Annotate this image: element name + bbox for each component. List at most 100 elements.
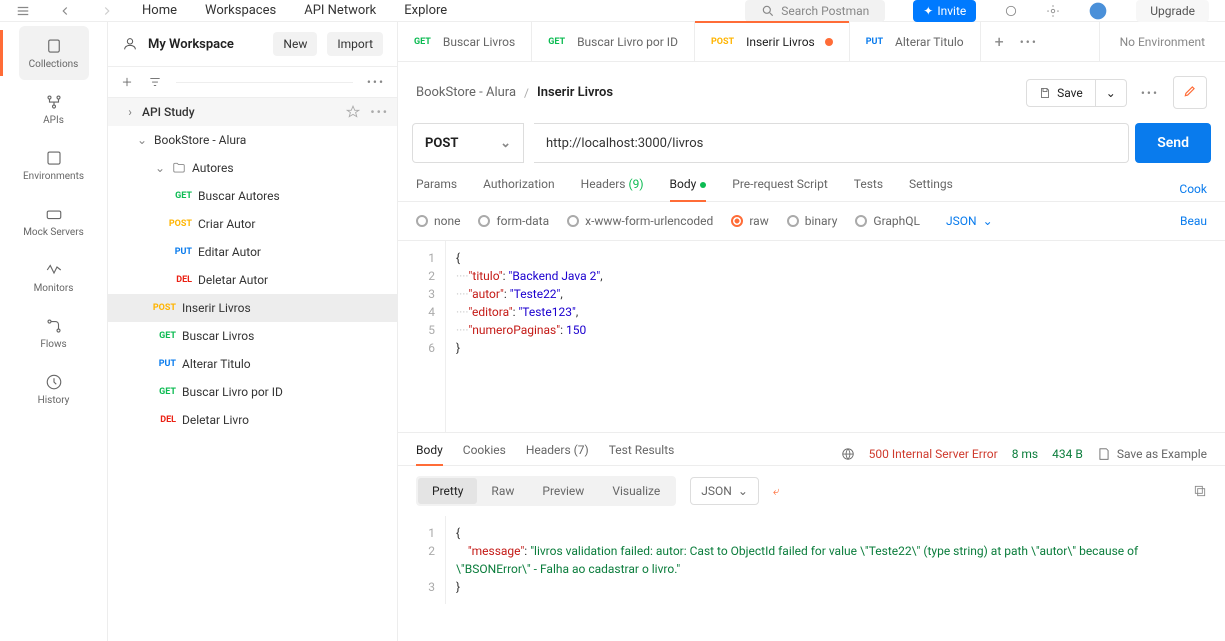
tree-item-buscar-livros[interactable]: GETBuscar Livros [108, 322, 397, 350]
tree-item-alterar-titulo[interactable]: PUTAlterar Titulo [108, 350, 397, 378]
folder-icon [172, 161, 186, 175]
save-icon [1039, 87, 1051, 99]
tree-item-buscar-livro-id[interactable]: GETBuscar Livro por ID [108, 378, 397, 406]
tab-prerequest[interactable]: Pre-request Script [732, 177, 827, 201]
line-gutter: 123456 [398, 241, 446, 432]
tab-tests[interactable]: Tests [854, 177, 883, 201]
request-body-editor[interactable]: 123456 { ····"titulo": "Backend Java 2",… [398, 241, 1225, 433]
tree-item-inserir-livros[interactable]: POSTInserir Livros [108, 294, 397, 322]
upgrade-button[interactable]: Upgrade [1136, 0, 1209, 22]
edit-button[interactable] [1173, 76, 1207, 109]
body-type-selector: none form-data x-www-form-urlencoded raw… [398, 202, 1225, 241]
response-tabs: Body Cookies Headers (7) Test Results 50… [398, 433, 1225, 466]
search-input[interactable]: Search Postman [745, 0, 885, 22]
tab-authorization[interactable]: Authorization [483, 177, 555, 201]
body-format-selector[interactable]: JSON⌄ [946, 214, 993, 228]
tab-buscar-livro-id[interactable]: GETBuscar Livro por ID [532, 22, 695, 61]
tab-body[interactable]: Body [670, 177, 707, 201]
tab-headers[interactable]: Headers (9) [581, 177, 644, 201]
response-view-mode: Pretty Raw Preview Visualize [416, 476, 676, 506]
tree-collection-bookstore[interactable]: ⌄BookStore - Alura [108, 126, 397, 154]
url-input[interactable] [534, 123, 1129, 163]
tab-settings[interactable]: Settings [909, 177, 953, 201]
tab-buscar-livros[interactable]: GETBuscar Livros [398, 22, 532, 61]
status-badge: 500 Internal Server Error [869, 447, 998, 461]
rail-monitors[interactable]: Monitors [19, 250, 89, 304]
response-format-selector[interactable]: JSON⌄ [690, 477, 759, 505]
save-example-button[interactable]: Save as Example [1097, 447, 1207, 461]
sidebar-more-icon[interactable]: ••• [367, 75, 385, 89]
rail-collections[interactable]: Collections [19, 26, 89, 80]
request-more-icon[interactable]: ••• [1141, 86, 1159, 100]
tree-folder-autores[interactable]: ⌄Autores [108, 154, 397, 182]
rail-apis[interactable]: APIs [19, 82, 89, 136]
filter-icon[interactable] [148, 75, 162, 89]
rail-history[interactable]: History [19, 362, 89, 416]
send-button[interactable]: Send [1135, 123, 1211, 163]
beautify-link[interactable]: Beau [1180, 214, 1207, 228]
tab-alterar-titulo[interactable]: PUTAlterar Titulo [850, 22, 981, 61]
nav-api-network[interactable]: API Network [304, 3, 376, 18]
save-button[interactable]: Save [1026, 79, 1096, 107]
rail-environments[interactable]: Environments [19, 138, 89, 192]
resp-tab-body[interactable]: Body [416, 443, 443, 465]
invite-button[interactable]: ✦Invite [913, 0, 976, 22]
pencil-icon [1183, 84, 1197, 98]
menu-icon[interactable] [16, 4, 30, 18]
method-selector[interactable]: POST⌄ [412, 123, 524, 163]
tab-inserir-livros[interactable]: POSTInserir Livros [695, 22, 850, 61]
breadcrumb-current: Inserir Livros [537, 85, 613, 100]
collection-tree: ›API Study ••• ⌄BookStore - Alura ⌄Autor… [108, 98, 397, 641]
tree-item-deletar-livro[interactable]: DELDeletar Livro [108, 406, 397, 434]
tree-item-deletar-autor[interactable]: DELDeletar Autor [108, 266, 397, 294]
view-preview[interactable]: Preview [528, 478, 598, 504]
breadcrumb-parent[interactable]: BookStore - Alura [416, 85, 516, 100]
body-none[interactable]: none [416, 214, 460, 228]
new-tab-icon[interactable]: + [995, 32, 1004, 51]
rail-mock[interactable]: Mock Servers [19, 194, 89, 248]
body-formdata[interactable]: form-data [478, 214, 549, 228]
forward-icon[interactable] [100, 4, 114, 18]
body-graphql[interactable]: GraphQL [855, 214, 920, 228]
nav-workspaces[interactable]: Workspaces [205, 3, 276, 18]
response-body-editor[interactable]: 123 { "message": "livros validation fail… [398, 516, 1225, 604]
view-visualize[interactable]: Visualize [598, 478, 674, 504]
tree-folder-api-study[interactable]: ›API Study ••• [108, 98, 397, 126]
globe-icon[interactable] [841, 447, 855, 461]
tab-bar: GETBuscar Livros GETBuscar Livro por ID … [398, 22, 1225, 62]
body-urlencoded[interactable]: x-www-form-urlencoded [567, 214, 713, 228]
import-button[interactable]: Import [327, 32, 383, 56]
plus-icon[interactable] [120, 75, 134, 89]
resp-tab-cookies[interactable]: Cookies [463, 443, 506, 465]
nav-explore[interactable]: Explore [404, 3, 447, 18]
rail-flows[interactable]: Flows [19, 306, 89, 360]
avatar-icon[interactable] [1088, 1, 1108, 21]
wrap-lines-icon[interactable]: ⤶ [773, 484, 780, 499]
tree-item-editar-autor[interactable]: PUTEditar Autor [108, 238, 397, 266]
notifications-icon[interactable] [1004, 4, 1018, 18]
star-icon[interactable] [346, 105, 360, 119]
body-raw[interactable]: raw [731, 214, 768, 228]
code-area[interactable]: { ····"titulo": "Backend Java 2", ····"a… [446, 241, 613, 432]
tree-item-criar-autor[interactable]: POSTCriar Autor [108, 210, 397, 238]
person-icon [122, 36, 138, 52]
copy-icon[interactable] [1193, 484, 1207, 498]
response-time: 8 ms [1012, 447, 1038, 461]
tab-params[interactable]: Params [416, 177, 457, 201]
back-icon[interactable] [58, 4, 72, 18]
tree-item-buscar-autores[interactable]: GETBuscar Autores [108, 182, 397, 210]
view-pretty[interactable]: Pretty [418, 478, 477, 504]
settings-icon[interactable] [1046, 4, 1060, 18]
tab-more-icon[interactable]: ••• [1020, 35, 1038, 49]
view-raw[interactable]: Raw [477, 478, 528, 504]
cookies-link[interactable]: Cook [1179, 182, 1207, 196]
body-binary[interactable]: binary [787, 214, 838, 228]
environment-selector[interactable]: No Environment [1099, 22, 1225, 61]
resp-tab-tests[interactable]: Test Results [609, 443, 675, 465]
workspace-name[interactable]: My Workspace [148, 37, 263, 52]
nav-home[interactable]: Home [142, 3, 177, 18]
save-dropdown[interactable]: ⌄ [1096, 79, 1127, 107]
resp-tab-headers[interactable]: Headers (7) [526, 443, 589, 465]
new-button[interactable]: New [273, 32, 317, 56]
main-panel: GETBuscar Livros GETBuscar Livro por ID … [398, 22, 1225, 641]
